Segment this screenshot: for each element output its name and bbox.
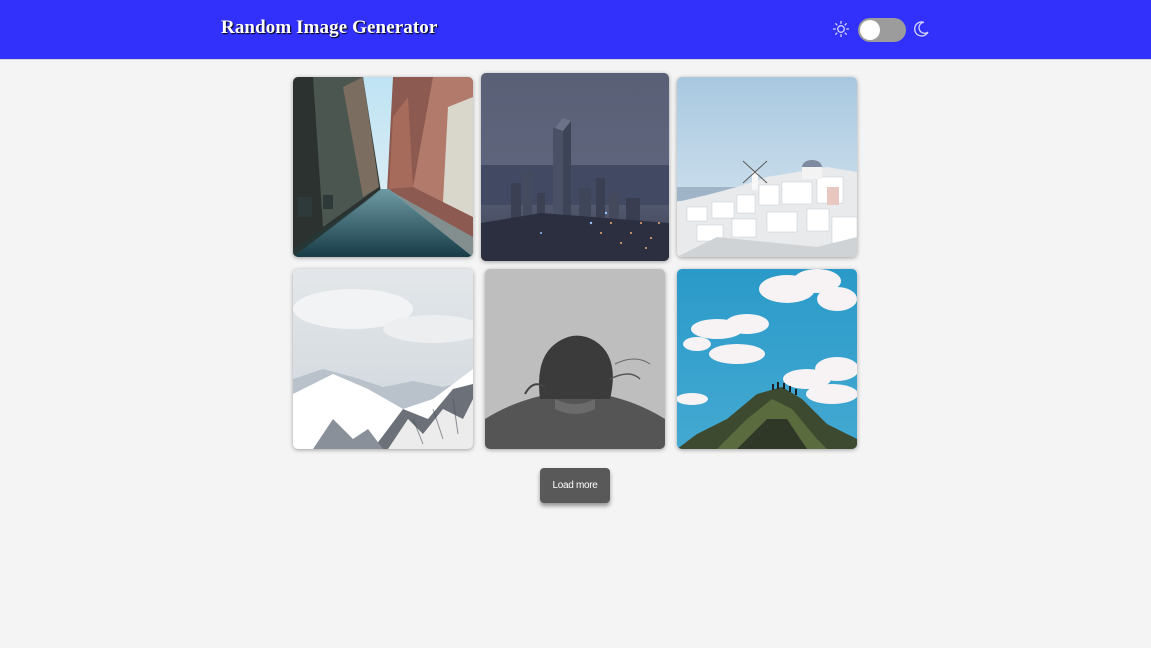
white-village-windmill-icon (677, 77, 857, 257)
gallery-image-white-village[interactable] (677, 77, 857, 257)
image-gallery (293, 73, 859, 451)
app-header: Random Image Generator (0, 0, 1151, 60)
theme-controls (832, 17, 932, 43)
sun-icon (832, 20, 850, 38)
toggle-knob (860, 20, 880, 40)
city-skyline-night-icon (481, 73, 669, 261)
city-street-icon (293, 77, 473, 257)
snowy-mountains-icon (293, 269, 473, 449)
moon-icon (912, 20, 930, 38)
gallery-image-city-skyline[interactable] (481, 73, 669, 261)
page-title: Random Image Generator (221, 17, 438, 38)
rock-peak-clouds-icon (677, 269, 857, 449)
gallery-image-rock-peak[interactable] (677, 269, 857, 449)
theme-toggle-switch[interactable] (858, 18, 906, 42)
gallery-image-person-grayscale[interactable] (485, 269, 665, 449)
load-more-button[interactable]: Load more (540, 468, 610, 503)
gallery-image-snowy-mountains[interactable] (293, 269, 473, 449)
person-back-grayscale-icon (485, 269, 665, 449)
gallery-image-city-street[interactable] (293, 77, 473, 257)
